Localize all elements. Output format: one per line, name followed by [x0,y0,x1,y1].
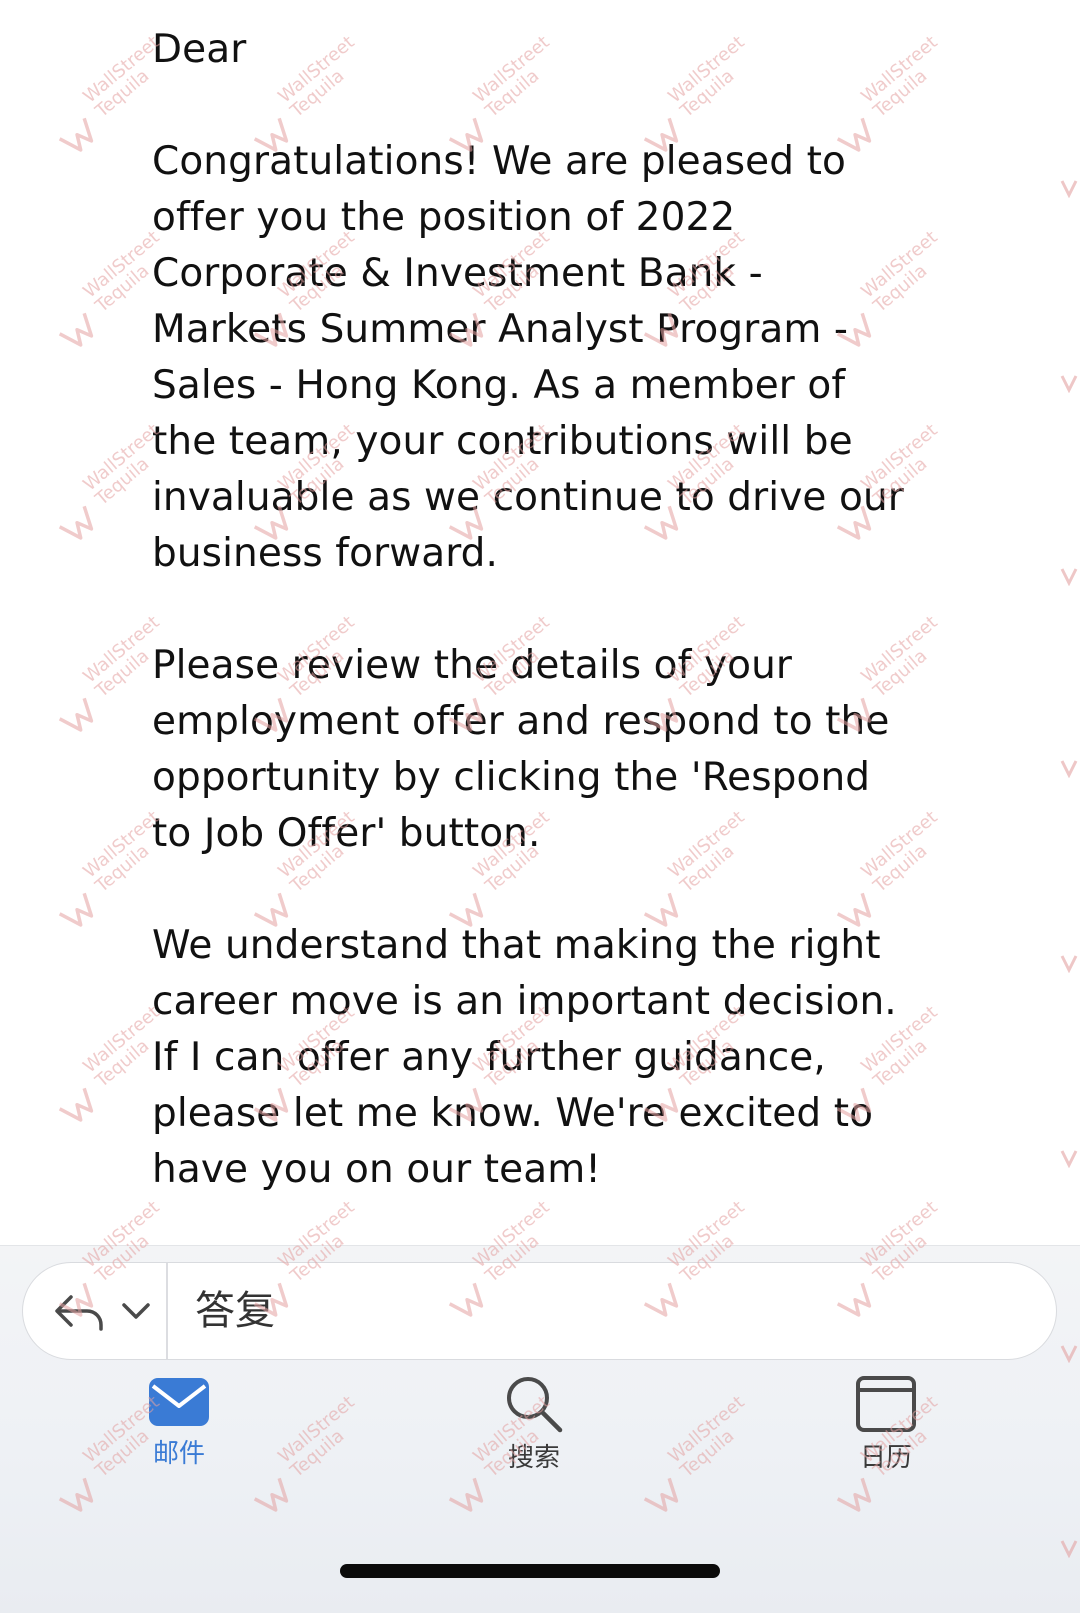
reply-label[interactable]: 答复 [195,1283,275,1339]
email-paragraph: Congratulations! We are pleased to offer… [152,139,904,576]
calendar-icon [856,1376,916,1432]
watermark-edge-mark [1058,566,1080,587]
watermark-edge-mark [1058,953,1080,974]
watermark-edge-mark [1058,373,1080,394]
watermark-edge-mark [1058,1148,1080,1169]
email-paragraph: We understand that making the right care… [152,923,897,1192]
email-greeting: Dear [152,27,247,72]
watermark-edge-mark [1058,178,1080,199]
email-body: Dear Congratulations! We are pleased to … [152,22,912,1198]
watermark-edge-mark [1058,758,1080,779]
chevron-down-icon[interactable] [119,1295,153,1327]
mail-icon [149,1378,209,1426]
tab-search-label: 搜索 [507,1443,560,1473]
email-view: Dear Congratulations! We are pleased to … [0,0,1080,1613]
tab-mail-label: 邮件 [152,1439,205,1469]
bottom-toolbar: 答复 邮件 搜索 日历 [0,1245,1080,1613]
tab-calendar[interactable]: 日历 [811,1374,961,1494]
home-indicator[interactable] [340,1564,720,1578]
reply-bar[interactable]: 答复 [22,1262,1057,1360]
search-icon [507,1377,563,1433]
tab-search[interactable]: 搜索 [459,1374,609,1494]
tab-calendar-label: 日历 [859,1443,912,1473]
tab-mail[interactable]: 邮件 [104,1374,254,1494]
email-paragraph: Please review the details of your employ… [152,643,890,856]
reply-arrow-icon[interactable] [51,1291,107,1335]
reply-divider [166,1263,168,1359]
